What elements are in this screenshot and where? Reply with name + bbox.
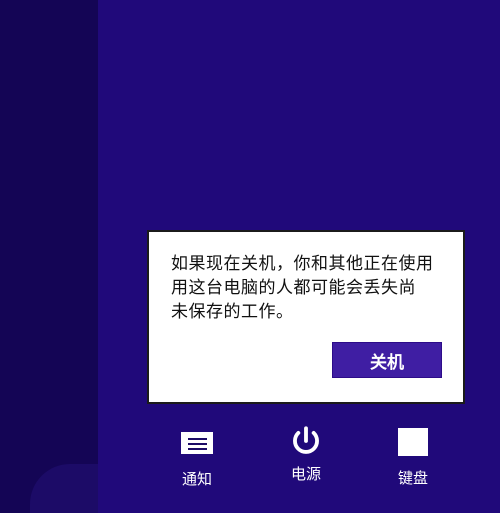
- keyboard-icon: M: [398, 428, 428, 456]
- notification-label: 通知: [181, 470, 212, 488]
- power-label: 电源: [290, 465, 321, 483]
- power-tile[interactable]: 电源: [271, 424, 341, 496]
- dialog-message-line: 未保存的工作。: [171, 302, 294, 322]
- keyboard-tile[interactable]: M 键盘: [378, 428, 448, 500]
- shutdown-button[interactable]: 关机: [332, 342, 442, 378]
- notification-tile[interactable]: 通知: [162, 429, 232, 501]
- dialog-message-line: 用这台电脑的人都可能会丢失尚: [171, 278, 416, 298]
- dialog-message: 如果现在关机，你和其他正在使用 用这台电脑的人都可能会丢失尚 未保存的工作。: [171, 252, 446, 324]
- shutdown-warning-dialog: 如果现在关机，你和其他正在使用 用这台电脑的人都可能会丢失尚 未保存的工作。 关…: [147, 230, 465, 404]
- notification-icon: [181, 432, 213, 454]
- left-decoration: [30, 464, 98, 513]
- notification-lines: [188, 438, 207, 440]
- keyboard-label: 键盘: [397, 469, 428, 487]
- power-icon: [289, 424, 323, 458]
- dialog-message-line: 如果现在关机，你和其他正在使用: [171, 254, 434, 274]
- left-panel: [0, 0, 98, 513]
